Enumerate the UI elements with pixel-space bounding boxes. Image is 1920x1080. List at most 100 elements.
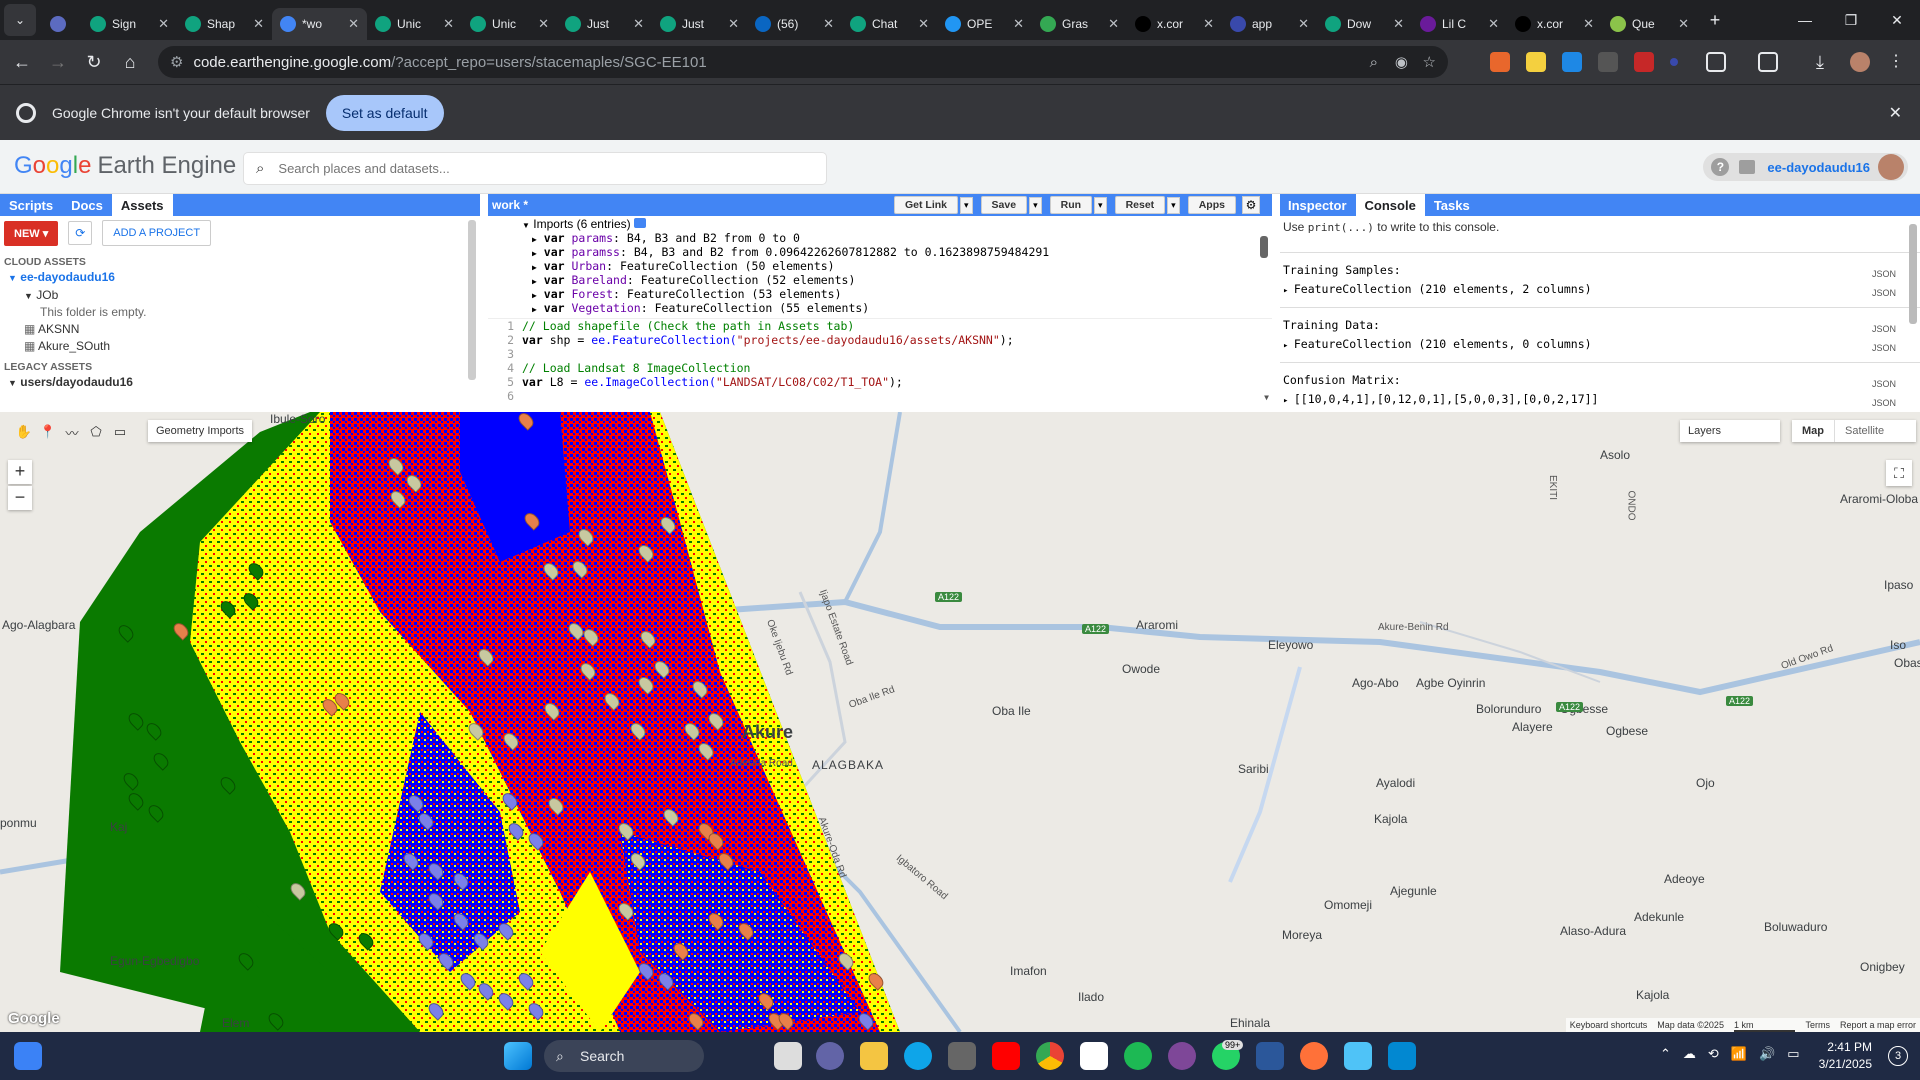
extension-red-icon[interactable] <box>1634 52 1654 72</box>
imports-toggle-icon[interactable] <box>633 218 646 228</box>
tab-close-icon[interactable]: ✕ <box>1298 16 1309 32</box>
import-entry[interactable]: ▶ var Bareland: FeatureCollection (52 el… <box>532 274 1272 288</box>
tab-tasks[interactable]: Tasks <box>1425 194 1479 216</box>
expand-caret-icon[interactable]: ▸ <box>1283 341 1294 351</box>
tab-search-button[interactable]: ⌄ <box>4 4 36 36</box>
tab-inspector[interactable]: Inspector <box>1280 194 1356 216</box>
editor-scrollbar[interactable] <box>1260 236 1268 258</box>
map-type-satellite-button[interactable]: Satellite <box>1835 420 1894 442</box>
browser-tab[interactable]: x.cor ✕ <box>1507 8 1602 40</box>
chrome-taskbar-icon[interactable] <box>1036 1042 1064 1070</box>
asset-item[interactable]: ▦ Akure_SOuth <box>0 339 480 353</box>
browser-tab[interactable] <box>42 8 82 40</box>
download-icon[interactable]: ⤓ <box>1816 52 1836 72</box>
eye-icon[interactable]: ◉ <box>1395 53 1408 71</box>
code-line[interactable]: 1 // Load shapefile (Check the path in As… <box>488 319 1272 333</box>
code-line[interactable]: 6 <box>488 389 1272 403</box>
tab-close-icon[interactable]: ✕ <box>1108 16 1119 32</box>
refresh-icon[interactable]: ⟳ <box>68 221 93 245</box>
tab-close-icon[interactable]: ✕ <box>1488 16 1499 32</box>
tab-close-icon[interactable]: ✕ <box>158 16 169 32</box>
browser-tab[interactable]: (56) ✕ <box>747 8 842 40</box>
run-dropdown[interactable]: ▾ <box>1094 196 1107 214</box>
browser-tab[interactable]: Que ✕ <box>1602 8 1697 40</box>
tab-close-icon[interactable]: ✕ <box>1203 16 1214 32</box>
extension-dot-icon[interactable] <box>1670 58 1678 66</box>
browser-tab[interactable]: Gras ✕ <box>1032 8 1127 40</box>
polygon-draw-icon[interactable]: ⬠ <box>84 424 108 440</box>
tray-sync-icon[interactable]: ⟲ <box>1708 1046 1719 1062</box>
map-type-map-button[interactable]: Map <box>1792 420 1835 442</box>
browser-tab[interactable]: Chat ✕ <box>842 8 937 40</box>
expand-caret-icon[interactable]: ▸ <box>1283 396 1294 406</box>
edge-icon[interactable] <box>904 1042 932 1070</box>
console-value[interactable]: ▸ FeatureCollection (210 elements, 2 col… <box>1283 280 1843 301</box>
browser-tab[interactable]: Just ✕ <box>557 8 652 40</box>
map-view[interactable]: Ibule-Soro Asolo Araromi-Oloba Ago-Alagbara… <box>0 412 1920 1032</box>
notification-badge[interactable]: 3 <box>1888 1046 1908 1066</box>
tab-scripts[interactable]: Scripts <box>0 194 62 216</box>
tab-assets[interactable]: Assets <box>111 194 173 216</box>
browser-tab[interactable]: Shap ✕ <box>177 8 272 40</box>
infobar-close-icon[interactable]: ✕ <box>1889 103 1902 123</box>
set-as-default-button[interactable]: Set as default <box>325 94 444 131</box>
site-info-icon[interactable]: ⚙ <box>170 53 183 71</box>
extensions-puzzle-icon[interactable] <box>1706 52 1726 72</box>
tab-close-icon[interactable]: ✕ <box>918 16 929 32</box>
tab-close-icon[interactable]: ✕ <box>443 16 454 32</box>
teams-icon[interactable] <box>816 1042 844 1070</box>
extension-fox-icon[interactable] <box>1490 52 1510 72</box>
geometry-imports-button[interactable]: Geometry Imports <box>148 420 253 442</box>
editor-scroll-down-icon[interactable]: ▼ <box>1264 393 1269 402</box>
save-button[interactable]: Save <box>980 196 1028 214</box>
tab-close-icon[interactable]: ✕ <box>1393 16 1404 32</box>
profile-avatar[interactable] <box>1850 52 1870 72</box>
search-places-input[interactable]: ⌕ Search places and datasets... <box>244 153 826 184</box>
tab-docs[interactable]: Docs <box>62 194 112 216</box>
home-icon[interactable]: ⌂ <box>112 44 148 80</box>
extension-dark-icon[interactable] <box>1598 52 1618 72</box>
browser-tab[interactable]: Unic ✕ <box>367 8 462 40</box>
apps-button[interactable]: Apps <box>1187 196 1236 214</box>
import-entry[interactable]: ▶ var Urban: FeatureCollection (50 eleme… <box>532 260 1272 274</box>
extension-blue-icon[interactable] <box>1562 52 1582 72</box>
wifi-icon[interactable]: 📶 <box>1731 1046 1747 1062</box>
task-view-icon[interactable] <box>774 1042 802 1070</box>
line-draw-icon[interactable]: 〰 <box>60 423 84 442</box>
browser-tab[interactable]: Lil C ✕ <box>1412 8 1507 40</box>
get-link-button[interactable]: Get Link <box>894 196 959 214</box>
import-entry[interactable]: ▶ var Vegetation: FeatureCollection (55 … <box>532 302 1272 316</box>
asset-item[interactable]: ▦ AKSNN <box>0 322 480 336</box>
file-explorer-icon[interactable] <box>860 1042 888 1070</box>
tab-close-icon[interactable]: ✕ <box>1583 16 1594 32</box>
tab-console[interactable]: Console <box>1355 194 1425 216</box>
terms-link[interactable]: Terms <box>1805 1020 1830 1032</box>
legacy-user-node[interactable]: ▼ users/dayodaudu16 <box>0 375 480 389</box>
keyboard-shortcuts-link[interactable]: Keyboard shortcuts <box>1570 1020 1648 1032</box>
bookmark-star-icon[interactable]: ☆ <box>1423 53 1436 71</box>
menu-kebab-icon[interactable]: ⋮ <box>1886 52 1906 72</box>
code-line[interactable]: 2 var shp = ee.FeatureCollection("project… <box>488 333 1272 347</box>
address-bar[interactable]: ⚙ code.earthengine.google.com/?accept_re… <box>158 46 1448 78</box>
layers-button[interactable]: Layers <box>1680 420 1780 442</box>
minimize-icon[interactable]: — <box>1782 0 1828 40</box>
code-line[interactable]: 4 // Load Landsat 8 ImageCollection <box>488 361 1272 375</box>
store-icon[interactable] <box>948 1042 976 1070</box>
browser-tab[interactable]: *wo ✕ <box>272 8 367 40</box>
browser-tab[interactable]: OPE ✕ <box>937 8 1032 40</box>
expand-caret-icon[interactable]: ▸ <box>1283 286 1294 296</box>
reset-dropdown[interactable]: ▾ <box>1167 196 1180 214</box>
tab-close-icon[interactable]: ✕ <box>1013 16 1024 32</box>
fullscreen-icon[interactable]: ⛶ <box>1886 460 1912 486</box>
point-marker-icon[interactable]: 📍 <box>36 424 60 440</box>
close-window-icon[interactable]: ✕ <box>1874 0 1920 40</box>
settings-gear-icon[interactable]: ⚙ <box>1241 196 1260 214</box>
console-scrollbar[interactable] <box>1909 224 1917 324</box>
tab-close-icon[interactable]: ✕ <box>633 16 644 32</box>
media-player-icon[interactable] <box>1388 1042 1416 1070</box>
console-value[interactable]: ▸ [[10,0,4,1],[0,12,0,1],[5,0,0,3],[0,0,… <box>1283 390 1843 411</box>
run-button[interactable]: Run <box>1049 196 1093 214</box>
json-toggle-button[interactable]: JSON <box>1872 320 1896 339</box>
import-entry[interactable]: ▶ var paramss: B4, B3 and B2 from 0.0964… <box>532 246 1272 260</box>
youtube-icon[interactable] <box>992 1042 1020 1070</box>
